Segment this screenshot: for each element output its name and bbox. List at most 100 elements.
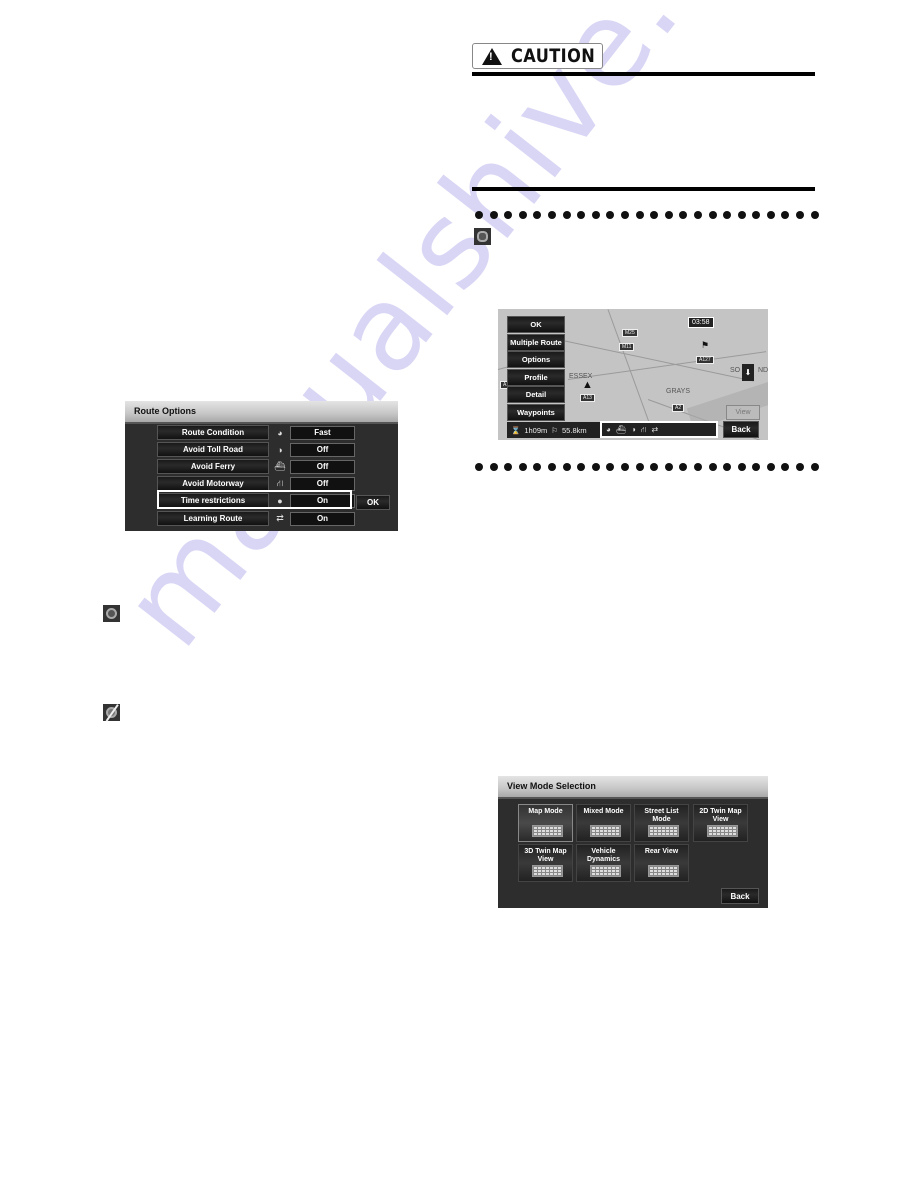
map-place-label: GRAYS xyxy=(666,388,690,395)
dot xyxy=(810,211,819,219)
route-option-value[interactable]: Fast xyxy=(290,425,355,440)
view-mode-thumbnail-icon xyxy=(648,825,679,837)
clock: 03:58 xyxy=(688,317,714,328)
view-mode-thumbnail-icon xyxy=(648,865,679,877)
dot xyxy=(475,463,483,471)
map-place-label: ND xyxy=(758,367,768,374)
dot xyxy=(475,211,483,219)
dot xyxy=(635,211,644,219)
dot xyxy=(591,463,600,471)
dot xyxy=(766,211,775,219)
dot xyxy=(679,463,688,471)
dot xyxy=(518,463,527,471)
back-button[interactable]: Back xyxy=(723,421,759,438)
dot xyxy=(518,211,527,219)
ok-button[interactable]: OK xyxy=(356,495,390,510)
view-mode-label: 3D Twin Map View xyxy=(524,848,567,863)
route-option-button[interactable]: Route Condition xyxy=(157,425,269,440)
map-place-label: SO xyxy=(730,367,741,374)
road-label: A13 xyxy=(580,394,595,402)
route-menu-button-profile[interactable]: Profile xyxy=(507,368,565,386)
dot xyxy=(664,463,673,471)
warning-triangle-icon xyxy=(482,47,502,65)
travel-time: 1h09m xyxy=(524,425,548,435)
dot xyxy=(635,463,644,471)
view-mode-button-vehicle-dynamics[interactable]: Vehicle Dynamics xyxy=(576,844,631,882)
dot xyxy=(679,211,688,219)
dot xyxy=(766,463,775,471)
toll-road-icon: ◑ xyxy=(277,444,283,455)
view-mode-label: Map Mode xyxy=(528,808,563,815)
dot xyxy=(504,463,513,471)
dot xyxy=(737,211,746,219)
dot xyxy=(781,463,790,471)
motorway-icon: ⛙ xyxy=(640,424,647,434)
dot xyxy=(547,463,556,471)
back-button[interactable]: Back xyxy=(721,888,759,904)
view-mode-thumbnail-icon xyxy=(532,825,563,837)
route-menu-button-detail[interactable]: Detail xyxy=(507,386,565,403)
dot xyxy=(591,211,600,219)
distance-icon: ⚐ xyxy=(551,425,559,435)
caution-bottom-rule xyxy=(472,187,815,191)
route-option-button[interactable]: Learning Route xyxy=(157,511,269,526)
view-mode-label: Mixed Mode xyxy=(583,808,624,815)
route-option-value[interactable]: Off xyxy=(290,476,355,491)
caution-header: CAUTION xyxy=(472,43,603,69)
road-label: A2 xyxy=(672,404,685,412)
view-button[interactable]: View xyxy=(726,405,760,420)
route-menu-button-waypoints[interactable]: Waypoints xyxy=(507,403,565,421)
route-option-button[interactable]: Avoid Ferry xyxy=(157,459,269,474)
view-mode-button-2d-twin-map-view[interactable]: 2D Twin Map View xyxy=(693,804,748,842)
destination-flag-icon: ⚑ xyxy=(701,340,710,350)
dot xyxy=(562,211,571,219)
motorway-icon: ⛙ xyxy=(276,477,284,488)
dot xyxy=(577,211,586,219)
compass-icon[interactable]: ⬇ xyxy=(742,364,754,381)
dot xyxy=(664,211,673,219)
route-map-screen: M25 M11 A127 A13 A2 A1 GRAYS ESSEX SO ND… xyxy=(498,309,768,440)
view-mode-button-rear-view[interactable]: Rear View xyxy=(634,844,689,882)
view-mode-button-map-mode[interactable]: Map Mode xyxy=(518,804,573,842)
view-mode-thumbnail-icon xyxy=(707,825,738,837)
dot xyxy=(533,211,542,219)
route-option-row: Learning Route ⇄ On xyxy=(157,511,355,526)
route-option-value[interactable]: Off xyxy=(290,459,355,474)
route-summary: ⌛ 1h09m ⚐ 55.8km xyxy=(507,422,600,438)
dot xyxy=(504,211,513,219)
route-option-value[interactable]: On xyxy=(290,511,355,526)
view-mode-button-street-list-mode[interactable]: Street List Mode xyxy=(634,804,689,842)
clock-icon: ⌛ xyxy=(511,425,521,435)
dot xyxy=(752,463,761,471)
view-mode-label: Rear View xyxy=(644,848,679,855)
dot xyxy=(606,211,615,219)
view-mode-label: Vehicle Dynamics xyxy=(586,848,621,863)
road-label: M11 xyxy=(619,343,635,351)
route-option-value[interactable]: Off xyxy=(290,442,355,457)
screen-title: View Mode Selection xyxy=(498,776,768,799)
dot xyxy=(781,211,790,219)
route-condition-icon: ◕ xyxy=(277,427,283,438)
route-menu-button-multiple-route[interactable]: Multiple Route xyxy=(507,333,565,351)
toll-road-icon: ◑ xyxy=(631,425,636,434)
distance: 55.8km xyxy=(562,425,587,435)
view-mode-button-3d-twin-map-view[interactable]: 3D Twin Map View xyxy=(518,844,573,882)
view-mode-selection-screen: View Mode Selection Map Mode Mixed Mode St… xyxy=(498,776,768,908)
dot xyxy=(650,211,659,219)
dot xyxy=(796,211,805,219)
dot xyxy=(620,463,629,471)
view-mode-label: Street List Mode xyxy=(644,808,679,823)
dot xyxy=(810,463,819,471)
view-mode-button-mixed-mode[interactable]: Mixed Mode xyxy=(576,804,631,842)
route-option-row: Avoid Ferry ⛴ Off xyxy=(157,459,355,474)
dot xyxy=(533,463,542,471)
route-menu-button-ok[interactable]: OK xyxy=(507,316,565,333)
dot xyxy=(708,463,717,471)
dot xyxy=(693,463,702,471)
route-option-button[interactable]: Avoid Motorway xyxy=(157,476,269,491)
dot xyxy=(577,463,586,471)
route-option-button[interactable]: Avoid Toll Road xyxy=(157,442,269,457)
ferry-icon: ⛴ xyxy=(615,425,626,434)
route-menu-button-options[interactable]: Options xyxy=(507,351,565,368)
route-condition-icon-bar: ◕ ⛴ ◑ ⛙ ⇄ xyxy=(600,421,718,438)
